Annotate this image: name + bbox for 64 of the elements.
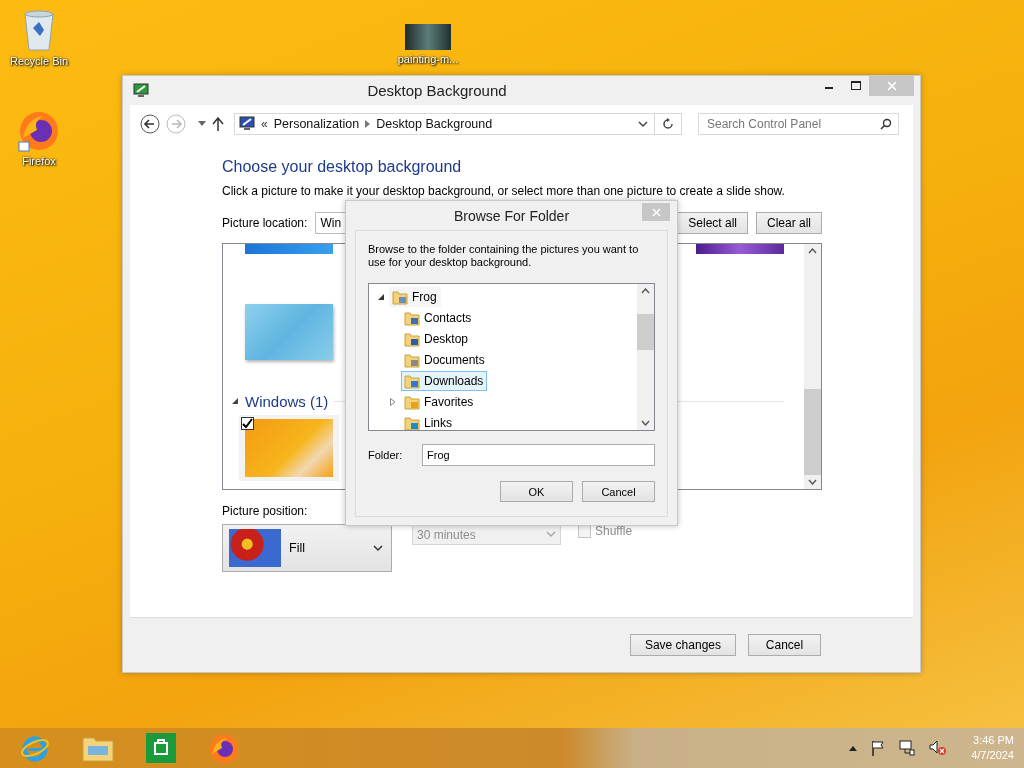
chevron-down-icon[interactable] xyxy=(808,479,817,485)
ok-button[interactable]: OK xyxy=(500,481,573,502)
photo-placeholder xyxy=(229,529,281,567)
monitor-icon xyxy=(133,82,149,99)
address-bar[interactable]: « Personalization Desktop Background xyxy=(234,113,682,135)
maximize-icon xyxy=(850,81,861,91)
save-button[interactable]: Save changes xyxy=(629,634,736,656)
tree-item[interactable]: Favorites xyxy=(401,391,478,412)
chevron-right-icon[interactable] xyxy=(365,120,371,128)
chevron-down-icon xyxy=(546,531,556,538)
search-field[interactable]: Search Control Panel xyxy=(698,113,899,135)
folder-label: Folder: xyxy=(368,449,404,461)
photo-placeholder[interactable] xyxy=(696,244,784,254)
store-icon[interactable] xyxy=(146,733,176,763)
flag-icon[interactable] xyxy=(871,740,886,756)
cancel-button[interactable]: Cancel xyxy=(748,634,821,656)
chevron-down-icon xyxy=(373,544,383,552)
overflow-chevron[interactable]: « xyxy=(261,117,268,131)
picture-location-label: Picture location: xyxy=(222,216,308,230)
checkmark-icon xyxy=(242,418,253,429)
tree-item[interactable]: Desktop xyxy=(401,328,473,349)
expander-icon[interactable] xyxy=(377,292,385,301)
network-icon[interactable] xyxy=(899,740,916,756)
back-icon[interactable] xyxy=(140,114,160,134)
scrollbar[interactable] xyxy=(804,244,821,489)
folder-field[interactable]: Frog xyxy=(422,444,655,466)
tree-item[interactable]: Downloads xyxy=(401,370,488,391)
group-heading[interactable]: Windows (1) xyxy=(245,392,329,410)
firefox-icon[interactable] xyxy=(208,732,240,764)
scrollbar[interactable] xyxy=(637,284,654,430)
image-thumbnail[interactable] xyxy=(405,24,451,50)
picture-position-label: Picture position: xyxy=(222,504,309,518)
close-icon xyxy=(886,81,897,91)
page-heading: Choose your desktop background xyxy=(222,158,463,176)
caret-up-icon[interactable] xyxy=(849,745,858,751)
wallpaper-tile[interactable] xyxy=(239,415,339,481)
chevron-up-icon[interactable] xyxy=(808,248,817,254)
instructions-text: Browse to the folder containing the pictures you want to use for your desktop background. xyxy=(368,243,640,269)
dialog-title: Browse For Folder xyxy=(453,207,570,224)
close-icon xyxy=(651,207,661,217)
refresh-icon xyxy=(662,118,674,130)
picture-position-dropdown[interactable]: Fill xyxy=(222,524,392,572)
tree-item[interactable]: Documents xyxy=(401,349,489,370)
cancel-button[interactable]: Cancel xyxy=(582,481,655,502)
chevron-down-icon[interactable] xyxy=(638,120,648,128)
recycle-bin-icon[interactable] xyxy=(21,8,57,52)
clear-all-button[interactable]: Clear all xyxy=(756,212,822,234)
breadcrumb[interactable]: Desktop Background xyxy=(376,117,493,131)
collapse-triangle-icon[interactable] xyxy=(231,397,239,405)
search-icon[interactable] xyxy=(880,118,892,130)
description-text: Click a picture to make it your desktop background, or select more than one picture to create a slide show. xyxy=(222,184,786,198)
tree-item[interactable]: Links xyxy=(401,412,456,430)
speaker-muted-icon[interactable] xyxy=(929,740,948,756)
chevron-down-icon[interactable] xyxy=(641,420,650,426)
window-title: Desktop Background xyxy=(367,82,507,99)
dropdown-icon[interactable] xyxy=(198,121,206,127)
breadcrumb[interactable]: Personalization xyxy=(273,117,360,131)
select-all-button[interactable]: Select all xyxy=(677,212,748,234)
up-arrow-icon[interactable] xyxy=(212,117,224,131)
tree-item[interactable]: Frog xyxy=(389,286,441,307)
tree-item[interactable]: Contacts xyxy=(401,307,476,328)
chevron-up-icon[interactable] xyxy=(641,288,650,294)
monitor-icon xyxy=(239,116,255,132)
checkbox[interactable] xyxy=(241,417,254,430)
